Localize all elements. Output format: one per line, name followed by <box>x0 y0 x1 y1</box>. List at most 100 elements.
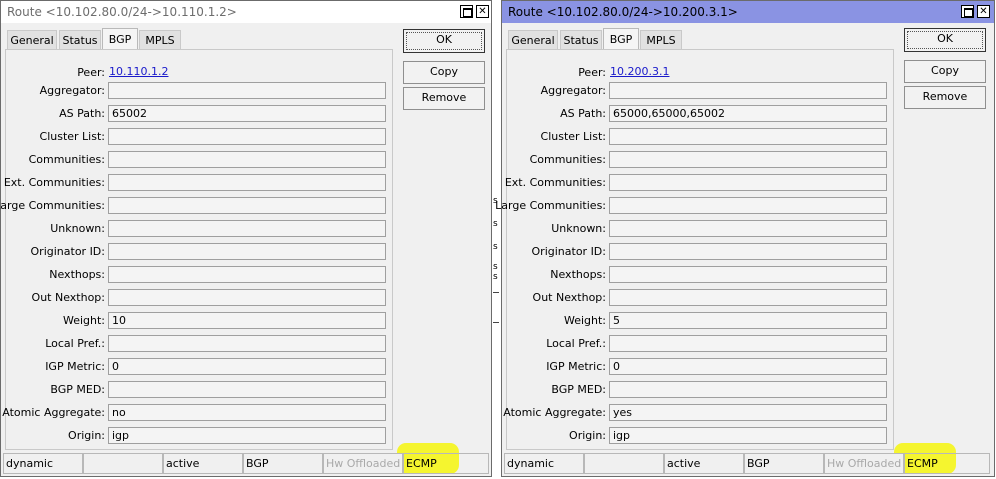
field-label: Nexthops: <box>49 268 105 281</box>
field-label: Weight: <box>563 314 606 327</box>
field-label: Local Pref.: <box>45 337 105 350</box>
atomic-aggregate-value[interactable]: yes <box>609 404 887 421</box>
peer-link[interactable]: 10.200.3.1 <box>609 64 887 81</box>
field-label: Peer: <box>578 66 606 79</box>
maximize-icon[interactable] <box>961 5 974 18</box>
status-bar: dynamic active BGP Hw Offloaded ECMP <box>504 453 992 474</box>
field-label: Originator ID: <box>30 245 105 258</box>
unknown-value[interactable] <box>609 220 887 237</box>
close-icon[interactable]: ✕ <box>977 5 990 18</box>
window-titlebar[interactable]: Route <10.102.80.0/24->10.200.3.1> ✕ <box>502 1 994 23</box>
atomic-aggregate-value[interactable]: no <box>108 404 386 421</box>
large-communities-value[interactable] <box>609 197 887 214</box>
tab-bgp[interactable]: BGP <box>603 28 639 51</box>
nexthops-value[interactable] <box>609 266 887 283</box>
tab-general[interactable]: General <box>508 30 558 50</box>
field-communities: Communities: <box>6 151 390 169</box>
field-label: Unknown: <box>551 222 606 235</box>
field-label: Nexthops: <box>550 268 606 281</box>
igp-metric-value[interactable]: 0 <box>108 358 386 375</box>
bgp-med-value[interactable] <box>108 381 386 398</box>
aggregator-value[interactable] <box>108 82 386 99</box>
tab-status[interactable]: Status <box>59 30 101 50</box>
communities-value[interactable] <box>609 151 887 168</box>
remove-button[interactable]: Remove <box>904 86 986 109</box>
field-unknown: Unknown: <box>507 220 891 238</box>
field-atomic-aggregate: Atomic Aggregate: yes <box>503 404 891 422</box>
field-label: IGP Metric: <box>546 360 606 373</box>
field-atomic-aggregate: Atomic Aggregate: no <box>2 404 390 422</box>
field-unknown: Unknown: <box>6 220 390 238</box>
background-divider <box>493 292 499 293</box>
field-aggregator: Aggregator: <box>507 82 891 100</box>
tab-bgp[interactable]: BGP <box>102 28 138 51</box>
window-title: Route <10.102.80.0/24->10.200.3.1> <box>508 5 738 19</box>
as-path-value[interactable]: 65000,65000,65002 <box>609 105 887 122</box>
status-ecmp: ECMP <box>904 453 990 474</box>
status-protocol: BGP <box>243 453 323 474</box>
field-communities: Communities: <box>507 151 891 169</box>
large-communities-value[interactable] <box>108 197 386 214</box>
close-icon[interactable]: ✕ <box>476 5 489 18</box>
ok-button[interactable]: OK <box>904 28 986 52</box>
copy-button[interactable]: Copy <box>403 61 485 84</box>
field-label: Atomic Aggregate: <box>503 406 606 419</box>
cluster-list-value[interactable] <box>609 128 887 145</box>
local-pref-value[interactable] <box>108 335 386 352</box>
field-originator-id: Originator ID: <box>6 243 390 261</box>
field-label: Communities: <box>529 153 606 166</box>
origin-value[interactable]: igp <box>108 427 386 444</box>
field-origin: Origin: igp <box>507 427 891 445</box>
local-pref-value[interactable] <box>609 335 887 352</box>
ext-communities-value[interactable] <box>609 174 887 191</box>
bgp-panel: Peer: 10.200.3.1 Aggregator: AS Path: 6500… <box>495 49 894 450</box>
field-label: AS Path: <box>59 107 105 120</box>
field-label: BGP MED: <box>551 383 606 396</box>
unknown-value[interactable] <box>108 220 386 237</box>
tab-mpls[interactable]: MPLS <box>139 30 181 50</box>
field-label: IGP Metric: <box>45 360 105 373</box>
tab-general[interactable]: General <box>7 30 57 50</box>
tab-mpls[interactable]: MPLS <box>640 30 682 50</box>
background-divider <box>493 322 499 323</box>
originator-id-value[interactable] <box>609 243 887 260</box>
field-label: Originator ID: <box>531 245 606 258</box>
remove-button[interactable]: Remove <box>403 87 485 110</box>
background-text-fragment: s <box>493 219 498 229</box>
field-as-path: AS Path: 65002 <box>6 105 390 123</box>
tab-status[interactable]: Status <box>560 30 602 50</box>
origin-value[interactable]: igp <box>609 427 887 444</box>
communities-value[interactable] <box>108 151 386 168</box>
maximize-icon[interactable] <box>460 5 473 18</box>
window-titlebar[interactable]: Route <10.102.80.0/24->10.110.1.2> ✕ <box>1 1 491 23</box>
out-nexthop-value[interactable] <box>609 289 887 306</box>
field-origin: Origin: igp <box>6 427 390 445</box>
window-title: Route <10.102.80.0/24->10.110.1.2> <box>7 5 237 19</box>
igp-metric-value[interactable]: 0 <box>609 358 887 375</box>
cluster-list-value[interactable] <box>108 128 386 145</box>
peer-link[interactable]: 10.110.1.2 <box>108 64 386 81</box>
field-nexthops: Nexthops: <box>6 266 390 284</box>
field-label: Origin: <box>68 429 105 442</box>
ext-communities-value[interactable] <box>108 174 386 191</box>
out-nexthop-value[interactable] <box>108 289 386 306</box>
status-active: active <box>664 453 744 474</box>
ok-button[interactable]: OK <box>403 29 485 53</box>
nexthops-value[interactable] <box>108 266 386 283</box>
field-label: Cluster List: <box>39 130 105 143</box>
weight-value[interactable]: 5 <box>609 312 887 329</box>
background-text-fragment: s <box>493 262 498 272</box>
field-igp-metric: IGP Metric: 0 <box>507 358 891 376</box>
bgp-med-value[interactable] <box>609 381 887 398</box>
field-peer: Peer: 10.110.1.2 <box>6 64 390 82</box>
copy-button[interactable]: Copy <box>904 60 986 83</box>
field-large-communities: Large Communities: <box>495 197 891 215</box>
field-label: Atomic Aggregate: <box>2 406 105 419</box>
as-path-value[interactable]: 65002 <box>108 105 386 122</box>
field-label: Out Nexthop: <box>31 291 105 304</box>
route-window-left: Route <10.102.80.0/24->10.110.1.2> ✕ Gen… <box>0 0 492 477</box>
aggregator-value[interactable] <box>609 82 887 99</box>
weight-value[interactable]: 10 <box>108 312 386 329</box>
field-igp-metric: IGP Metric: 0 <box>6 358 390 376</box>
originator-id-value[interactable] <box>108 243 386 260</box>
